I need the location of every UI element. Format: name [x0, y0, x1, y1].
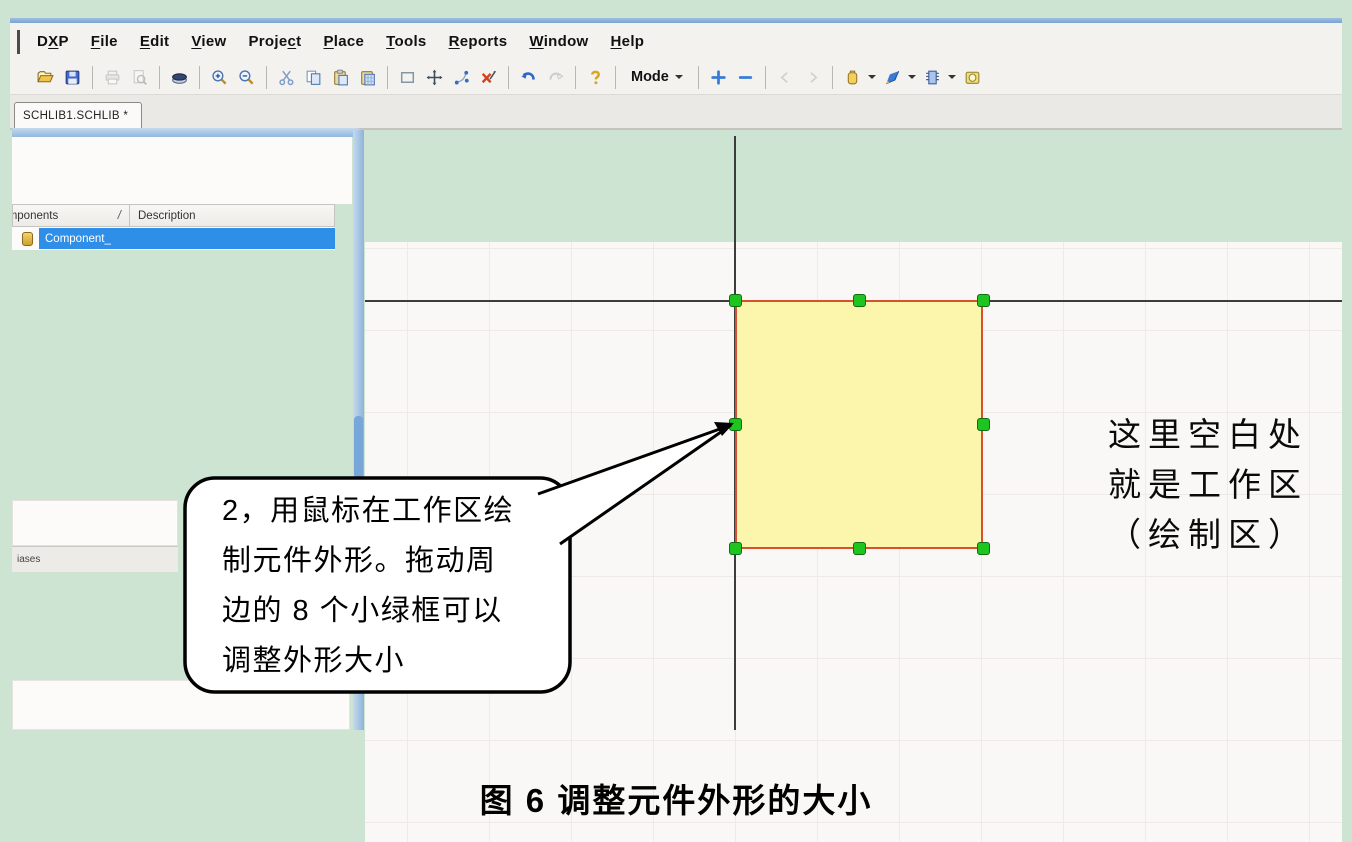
print-preview-icon[interactable] — [127, 65, 152, 90]
open-folder-icon[interactable] — [33, 65, 58, 90]
toolbar-separator — [832, 66, 833, 89]
library-panel-scrollbar-thumb[interactable] — [354, 416, 363, 478]
bubble-line: 制元件外形。拖动周 — [222, 536, 552, 586]
remove-part-icon[interactable] — [733, 65, 758, 90]
menu-project[interactable]: Project — [237, 33, 312, 50]
library-panel-list-area — [12, 500, 178, 546]
menu-file[interactable]: File — [80, 33, 129, 50]
paste-array-icon[interactable] — [355, 65, 380, 90]
print-icon[interactable] — [100, 65, 125, 90]
chevron-down-icon[interactable] — [868, 75, 876, 79]
toolbar-separator — [266, 66, 267, 89]
copy-icon[interactable] — [301, 65, 326, 90]
toolbar-separator — [92, 66, 93, 89]
aliases-section-header[interactable]: iases — [12, 546, 178, 572]
components-column-label: Components — [13, 210, 58, 222]
bubble-annotation-text: 2，用鼠标在工作区绘 制元件外形。拖动周 边的 8 个小绿框可以 调整外形大小 — [222, 486, 552, 686]
sort-indicator: / — [118, 210, 121, 222]
cut-icon[interactable] — [274, 65, 299, 90]
clear-marks-icon[interactable] — [476, 65, 501, 90]
selected-component-name: Component_ — [39, 228, 335, 249]
select-rect-icon[interactable] — [395, 65, 420, 90]
application-screenshot: DXPFileEditViewProjectPlaceToolsReportsW… — [10, 18, 1342, 730]
next-part-icon[interactable] — [800, 65, 825, 90]
resize-handle[interactable] — [729, 418, 742, 431]
chevron-down-icon[interactable] — [948, 75, 956, 79]
library-panel-header-area — [12, 137, 352, 204]
side-note-line: 就是工作区 — [1088, 460, 1328, 510]
resize-handle[interactable] — [977, 418, 990, 431]
toolbar-separator — [199, 66, 200, 89]
component-list-row[interactable]: Component_ — [12, 227, 335, 250]
menu-window[interactable]: Window — [518, 33, 599, 50]
menu-help[interactable]: Help — [600, 33, 656, 50]
menu-reports[interactable]: Reports — [438, 33, 519, 50]
bubble-line: 2，用鼠标在工作区绘 — [222, 486, 552, 536]
component-body-rectangle[interactable] — [735, 300, 983, 549]
undo-icon[interactable] — [516, 65, 541, 90]
menu-edit[interactable]: Edit — [129, 33, 181, 50]
redo-icon[interactable] — [543, 65, 568, 90]
document-tab-strip: SCHLIB1.SCHLIB * — [10, 95, 1342, 130]
menu-dxp[interactable]: DXP — [26, 33, 80, 50]
add-part-icon[interactable] — [706, 65, 731, 90]
mode-button[interactable]: Mode — [622, 67, 692, 87]
move-cross-icon[interactable] — [422, 65, 447, 90]
resize-handle[interactable] — [977, 542, 990, 555]
menu-tools[interactable]: Tools — [375, 33, 437, 50]
new-component-icon[interactable] — [840, 65, 865, 90]
zoom-in-icon[interactable] — [207, 65, 232, 90]
toolbar-separator — [765, 66, 766, 89]
layers-icon[interactable] — [167, 65, 192, 90]
menubar-grip[interactable] — [17, 30, 20, 54]
toolbar-separator — [615, 66, 616, 89]
snap-dots-icon[interactable] — [449, 65, 474, 90]
menu-bar: DXPFileEditViewProjectPlaceToolsReportsW… — [10, 23, 1342, 60]
document-icon[interactable] — [960, 65, 985, 90]
workspace-annotation-text: 这里空白处 就是工作区 （绘制区） — [1088, 410, 1328, 560]
resize-handle[interactable] — [853, 542, 866, 555]
bubble-line: 边的 8 个小绿框可以 — [222, 586, 552, 636]
drawing-tools-icon[interactable] — [880, 65, 905, 90]
side-note-line: 这里空白处 — [1088, 410, 1328, 460]
zoom-out-icon[interactable] — [234, 65, 259, 90]
menu-place[interactable]: Place — [312, 33, 375, 50]
chevron-down-icon — [675, 75, 683, 79]
library-panel-top-border — [12, 128, 364, 137]
toolbar-separator — [698, 66, 699, 89]
document-tab[interactable]: SCHLIB1.SCHLIB * — [14, 102, 142, 129]
save-icon[interactable] — [60, 65, 85, 90]
document-tab-label: SCHLIB1.SCHLIB * — [23, 110, 128, 122]
resize-handle[interactable] — [729, 542, 742, 555]
paste-icon[interactable] — [328, 65, 353, 90]
chevron-down-icon[interactable] — [908, 75, 916, 79]
description-column-header[interactable]: Description — [130, 210, 196, 222]
toolbar: Mode — [10, 60, 1342, 95]
resize-handle[interactable] — [853, 294, 866, 307]
toolbar-separator — [508, 66, 509, 89]
figure-caption: 图 6 调整元件外形的大小 — [0, 774, 1352, 822]
resize-handle[interactable] — [977, 294, 990, 307]
bubble-line: 调整外形大小 — [222, 636, 552, 686]
side-note-line: （绘制区） — [1088, 510, 1328, 560]
prev-part-icon[interactable] — [773, 65, 798, 90]
library-panel-bottom-area — [12, 680, 350, 730]
help-question-icon[interactable] — [583, 65, 608, 90]
toolbar-separator — [575, 66, 576, 89]
resize-handle[interactable] — [729, 294, 742, 307]
component-icon — [22, 232, 33, 246]
toolbar-separator — [159, 66, 160, 89]
ic-tools-icon[interactable] — [920, 65, 945, 90]
toolbar-separator — [387, 66, 388, 89]
menu-view[interactable]: View — [180, 33, 237, 50]
components-list-header: Components / Description — [12, 204, 335, 227]
mode-button-label: Mode — [631, 69, 669, 85]
components-column-header[interactable]: Components / — [13, 205, 129, 226]
